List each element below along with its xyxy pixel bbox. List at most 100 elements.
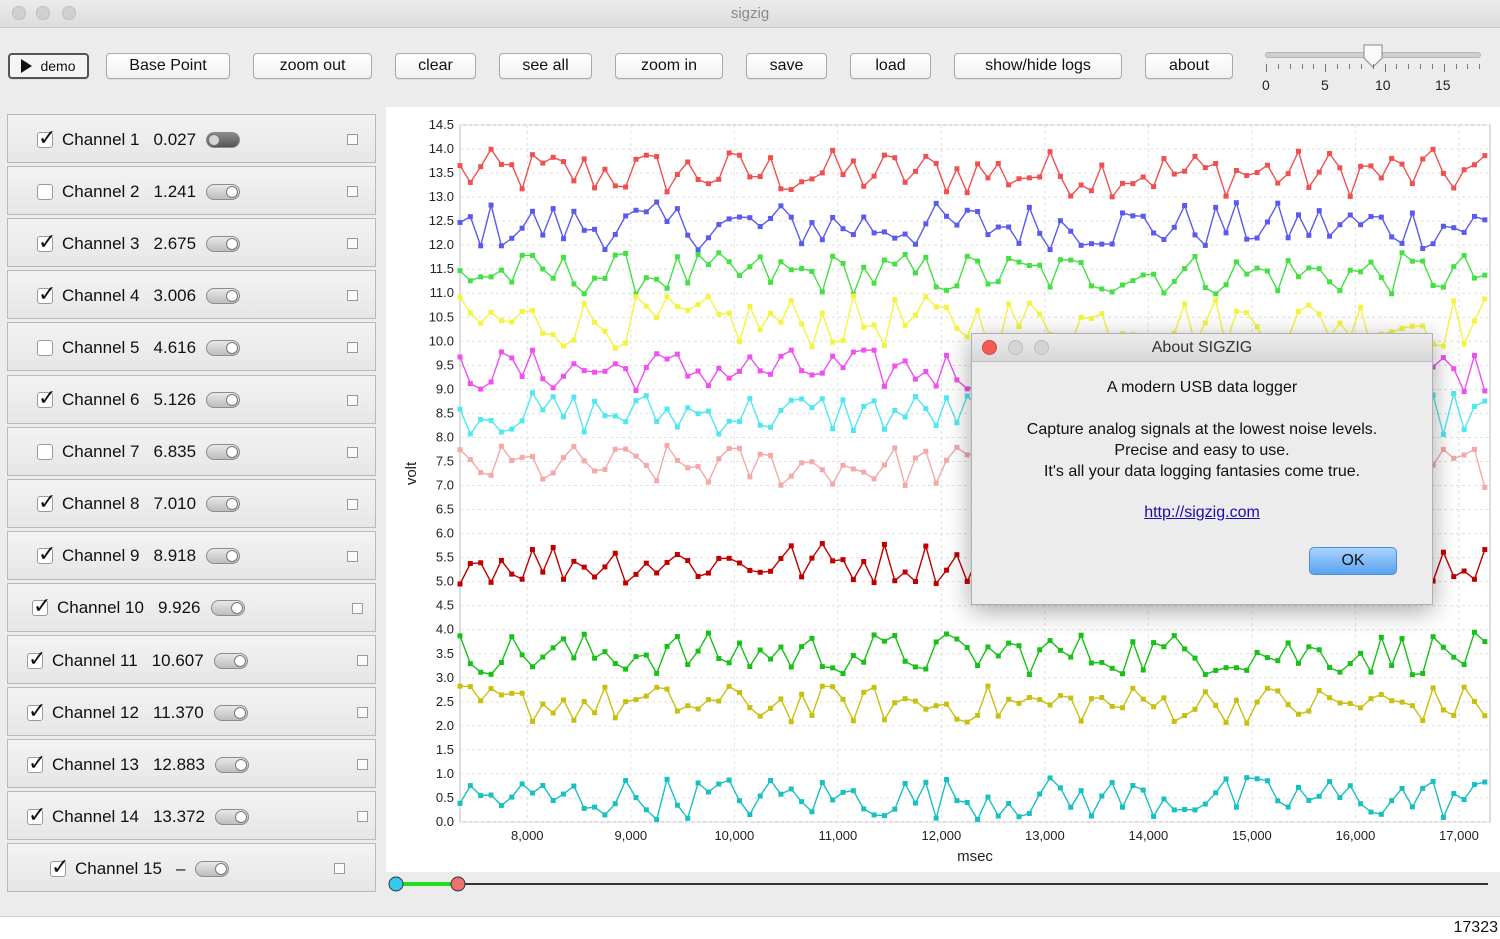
channel-visible-checkbox[interactable] — [27, 802, 46, 828]
load-button[interactable]: load — [850, 53, 931, 79]
data-point — [1337, 165, 1343, 171]
channel-toggle[interactable] — [213, 704, 248, 721]
data-point — [788, 473, 794, 479]
channel-toggle[interactable] — [206, 444, 241, 461]
data-point — [592, 275, 598, 281]
show-hide-logs-button[interactable]: show/hide logs — [954, 53, 1122, 79]
data-point — [1409, 703, 1415, 709]
channel-visible-checkbox[interactable] — [37, 444, 53, 461]
data-point — [871, 580, 877, 586]
data-point — [1482, 296, 1488, 302]
data-point — [1420, 323, 1426, 329]
channel-select-checkbox[interactable] — [357, 811, 368, 823]
zoom-in-button[interactable]: zoom in — [615, 53, 723, 79]
channel-select-checkbox[interactable] — [347, 446, 358, 458]
channel-toggle[interactable] — [206, 235, 241, 252]
channel-row: Channel 1 0.027 — [7, 114, 376, 163]
channel-toggle[interactable] — [206, 339, 241, 356]
channel-select-checkbox[interactable] — [347, 498, 358, 510]
channel-select-checkbox[interactable] — [357, 707, 368, 719]
channel-toggle[interactable] — [206, 287, 241, 304]
channel-visible-checkbox[interactable] — [32, 593, 51, 619]
ok-button[interactable]: OK — [1309, 547, 1397, 575]
time-range-slider[interactable] — [388, 876, 1490, 892]
channel-toggle[interactable] — [214, 808, 249, 825]
channel-visible-checkbox[interactable] — [37, 281, 56, 307]
channel-select-checkbox[interactable] — [347, 238, 358, 250]
channel-toggle[interactable] — [206, 548, 241, 565]
channel-toggle[interactable] — [195, 860, 230, 877]
data-point — [716, 698, 722, 704]
channel-select-checkbox[interactable] — [334, 863, 345, 875]
data-point — [964, 334, 970, 340]
data-point — [1006, 696, 1012, 702]
zoom-out-button[interactable]: zoom out — [253, 53, 372, 79]
channel-toggle[interactable] — [206, 392, 241, 408]
channel-select-checkbox[interactable] — [357, 655, 368, 666]
channel-value: 10.607 — [151, 650, 204, 670]
data-point — [736, 368, 742, 374]
save-button[interactable]: save — [746, 53, 827, 79]
data-point — [695, 780, 701, 786]
see-all-button[interactable]: see all — [499, 53, 592, 79]
data-point — [467, 179, 473, 185]
data-point — [705, 630, 711, 636]
channel-select-checkbox[interactable] — [357, 759, 368, 771]
data-point — [1285, 171, 1291, 177]
channel-visible-checkbox[interactable] — [37, 541, 56, 567]
data-point — [902, 658, 908, 664]
data-point — [612, 661, 618, 667]
data-point — [623, 446, 629, 452]
data-point — [757, 647, 763, 653]
data-point — [747, 395, 753, 401]
channel-visible-checkbox[interactable] — [37, 125, 56, 151]
website-link[interactable]: http://sigzig.com — [1144, 504, 1260, 521]
channel-row: Channel 6 5.126 — [7, 374, 376, 424]
channel-select-checkbox[interactable] — [347, 186, 358, 198]
data-point — [1223, 282, 1229, 288]
data-point — [1057, 257, 1063, 263]
dialog-line-3: It's all your data logging fantasies com… — [1043, 463, 1361, 480]
y-tick-label: 2.5 — [436, 694, 454, 709]
channel-visible-checkbox[interactable] — [37, 489, 56, 515]
demo-button[interactable]: demo — [8, 53, 89, 79]
data-point — [1461, 252, 1467, 258]
x-axis-title: msec — [957, 848, 993, 865]
base-point-button[interactable]: Base Point — [106, 53, 230, 79]
channel-toggle[interactable] — [206, 131, 241, 148]
channel-toggle[interactable] — [214, 756, 249, 773]
channel-toggle[interactable] — [206, 183, 241, 200]
channel-visible-checkbox[interactable] — [27, 698, 46, 724]
data-point — [1037, 791, 1043, 797]
channel-select-checkbox[interactable] — [347, 342, 358, 354]
channel-toggle[interactable] — [210, 600, 245, 617]
channel-select-checkbox[interactable] — [347, 394, 358, 406]
data-point — [892, 261, 898, 267]
data-point — [664, 776, 670, 782]
data-point — [1099, 162, 1105, 168]
data-point — [550, 332, 556, 338]
channel-visible-checkbox[interactable] — [37, 385, 56, 411]
channel-toggle[interactable] — [206, 496, 241, 513]
data-point — [1223, 193, 1229, 199]
data-point — [685, 307, 691, 313]
channel-visible-checkbox[interactable] — [37, 229, 56, 255]
data-point — [1471, 352, 1477, 358]
channel-visible-checkbox[interactable] — [50, 854, 69, 880]
data-point — [840, 226, 846, 232]
data-point — [1109, 241, 1115, 247]
data-point — [1451, 366, 1457, 372]
data-point — [478, 386, 484, 392]
channel-visible-checkbox[interactable] — [37, 339, 53, 356]
channel-select-checkbox[interactable] — [347, 290, 358, 302]
channel-visible-checkbox[interactable] — [27, 646, 46, 672]
channel-select-checkbox[interactable] — [347, 550, 358, 562]
channel-select-checkbox[interactable] — [347, 134, 358, 145]
channel-toggle[interactable] — [213, 652, 248, 669]
channel-visible-checkbox[interactable] — [27, 750, 46, 776]
channel-visible-checkbox[interactable] — [37, 183, 53, 200]
channel-select-checkbox[interactable] — [352, 602, 363, 614]
about-button[interactable]: about — [1145, 53, 1233, 79]
clear-button[interactable]: clear — [395, 53, 476, 79]
x-tick-label: 16,000 — [1336, 828, 1376, 843]
